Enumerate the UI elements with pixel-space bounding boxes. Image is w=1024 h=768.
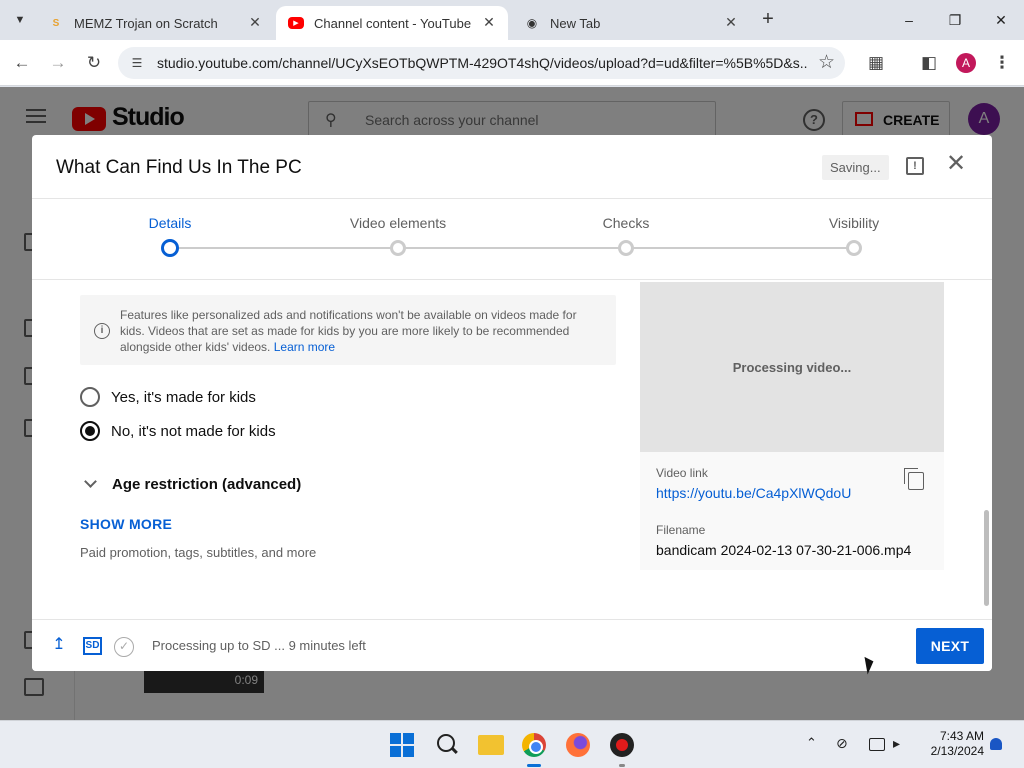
youtube-favicon-icon: ▶ — [288, 17, 304, 29]
show-more-button[interactable]: SHOW MORE — [80, 516, 172, 532]
divider — [32, 279, 992, 280]
firefox-icon[interactable] — [566, 733, 590, 757]
chevron-down-icon — [80, 473, 102, 495]
tray-overflow-chevron-icon[interactable]: ⌃ — [806, 735, 817, 751]
step-dot-video-elements[interactable] — [390, 240, 406, 256]
window-close-icon[interactable]: ✕ — [989, 8, 1013, 32]
show-more-description: Paid promotion, tags, subtitles, and mor… — [80, 545, 317, 560]
restore-icon[interactable]: ❐ — [943, 8, 967, 32]
step-dot-checks[interactable] — [618, 240, 634, 256]
tab-title: MEMZ Trojan on Scratch — [74, 15, 218, 31]
upload-stepper: Details Video elements Checks Visibility — [32, 199, 992, 279]
address-bar[interactable]: ☰ studio.youtube.com/channel/UCyXsEOTbQW… — [118, 47, 845, 79]
stepper-track — [170, 247, 854, 249]
radio-label[interactable]: No, it's not made for kids — [111, 423, 276, 440]
copy-icon[interactable] — [904, 468, 924, 490]
back-arrow-icon[interactable]: ← — [10, 51, 34, 75]
scratch-favicon-icon: S — [52, 17, 60, 29]
clock-date: 2/13/2024 — [930, 744, 984, 758]
tab-title: Channel content - YouTube Studio — [314, 15, 474, 31]
dialog-title: What Can Find Us In The PC — [56, 157, 302, 178]
site-info-icon[interactable]: ☰ — [128, 54, 146, 72]
windows-start-icon[interactable] — [390, 733, 414, 757]
tab-search-chevron-icon[interactable]: ▼ — [8, 8, 32, 32]
saving-status-badge: Saving... — [822, 155, 889, 180]
volume-icon[interactable]: ▸ — [893, 735, 900, 752]
step-video-elements[interactable]: Video elements — [318, 215, 478, 231]
chrome-newtab-favicon-icon: ◉ — [526, 16, 538, 30]
bookmark-star-icon[interactable]: ☆ — [818, 51, 835, 74]
preview-status: Processing video... — [732, 360, 852, 375]
tab-new-tab[interactable]: ◉ New Tab ✕ — [512, 6, 750, 40]
video-link[interactable]: https://youtu.be/Ca4pXlWQdoU — [656, 485, 851, 501]
next-button[interactable]: NEXT — [916, 628, 984, 664]
info-text: Features like personalized ads and notif… — [120, 308, 577, 354]
browser-tab-bar: ▼ S MEMZ Trojan on Scratch ✕ ▶ Channel c… — [0, 0, 1024, 40]
clock-time: 7:43 AM — [939, 729, 984, 743]
dialog-footer: ↥ SD ✓ Processing up to SD ... 9 minutes… — [32, 619, 992, 671]
step-checks[interactable]: Checks — [546, 215, 706, 231]
network-icon[interactable]: ⊘ — [836, 735, 848, 752]
system-clock[interactable]: 7:43 AM 2/13/2024 — [916, 729, 984, 759]
bandicam-running-indicator — [619, 764, 625, 767]
age-restriction-toggle[interactable]: Age restriction (advanced) — [80, 473, 301, 495]
video-link-label: Video link — [656, 466, 708, 480]
made-for-kids-info-box: i Features like personalized ads and not… — [80, 295, 616, 365]
step-dot-visibility[interactable] — [846, 240, 862, 256]
tab-close-icon[interactable]: ✕ — [246, 14, 264, 31]
dialog-scrollbar[interactable] — [982, 282, 990, 612]
filename-value: bandicam 2024-02-13 07-30-21-006.mp4 — [656, 542, 912, 558]
close-icon[interactable]: ✕ — [945, 152, 967, 176]
video-meta-panel: Video link https://youtu.be/Ca4pXlWQdoU … — [640, 452, 944, 570]
radio-made-for-kids-no[interactable]: No, it's not made for kids — [80, 419, 276, 443]
video-preview: Processing video... — [640, 282, 944, 452]
filename-label: Filename — [656, 523, 706, 537]
tab-youtube-studio[interactable]: ▶ Channel content - YouTube Studio ✕ — [276, 6, 508, 40]
radio-button-checked[interactable] — [80, 421, 100, 441]
minimize-icon[interactable]: – — [897, 8, 921, 32]
age-restriction-label: Age restriction (advanced) — [112, 475, 302, 493]
feedback-icon[interactable]: ! — [906, 157, 924, 175]
side-panel-icon[interactable]: ◧ — [917, 51, 941, 75]
chrome-active-indicator — [527, 764, 541, 767]
browser-toolbar: ← → ↻ ☰ studio.youtube.com/channel/UCyXs… — [0, 40, 1024, 86]
learn-more-link[interactable]: Learn more — [274, 340, 335, 354]
step-details[interactable]: Details — [90, 215, 250, 231]
display-icon[interactable] — [869, 738, 885, 751]
chrome-icon[interactable] — [522, 733, 546, 757]
radio-label[interactable]: Yes, it's made for kids — [111, 389, 256, 406]
tab-close-icon[interactable]: ✕ — [480, 14, 498, 31]
tab-title: New Tab — [550, 15, 601, 31]
browser-profile-avatar[interactable]: A — [956, 53, 976, 73]
upload-arrow-icon[interactable]: ↥ — [52, 637, 66, 655]
radio-button[interactable] — [80, 387, 100, 407]
info-icon: i — [94, 323, 110, 339]
tab-memz-scratch[interactable]: S MEMZ Trojan on Scratch ✕ — [36, 6, 274, 40]
extensions-puzzle-icon[interactable]: ▦ — [864, 51, 888, 75]
browser-menu-kebab-icon[interactable]: ⋮ — [990, 51, 1014, 75]
scrollbar-thumb[interactable] — [984, 510, 989, 606]
forward-arrow-icon[interactable]: → — [46, 51, 70, 75]
upload-details-dialog: What Can Find Us In The PC Saving... ! ✕… — [32, 135, 992, 671]
step-visibility[interactable]: Visibility — [774, 215, 934, 231]
notification-bell-icon[interactable] — [990, 738, 1002, 750]
reload-icon[interactable]: ↻ — [82, 51, 106, 75]
step-dot-details[interactable] — [161, 239, 179, 257]
address-url[interactable]: studio.youtube.com/channel/UCyXsEOTbQWPT… — [157, 55, 807, 71]
sd-quality-icon[interactable]: SD — [83, 637, 102, 655]
radio-made-for-kids-yes[interactable]: Yes, it's made for kids — [80, 385, 256, 409]
windows-taskbar: ⌃ ⊘ ▸ 7:43 AM 2/13/2024 — [0, 720, 1024, 768]
file-explorer-icon[interactable] — [478, 735, 504, 755]
checks-status-icon[interactable]: ✓ — [114, 637, 134, 657]
bandicam-record-icon[interactable] — [610, 733, 634, 757]
taskbar-search-icon[interactable] — [435, 733, 459, 757]
new-tab-plus-icon[interactable]: + — [758, 9, 778, 30]
tab-close-icon[interactable]: ✕ — [722, 14, 740, 31]
processing-status: Processing up to SD ... 9 minutes left — [152, 638, 366, 653]
